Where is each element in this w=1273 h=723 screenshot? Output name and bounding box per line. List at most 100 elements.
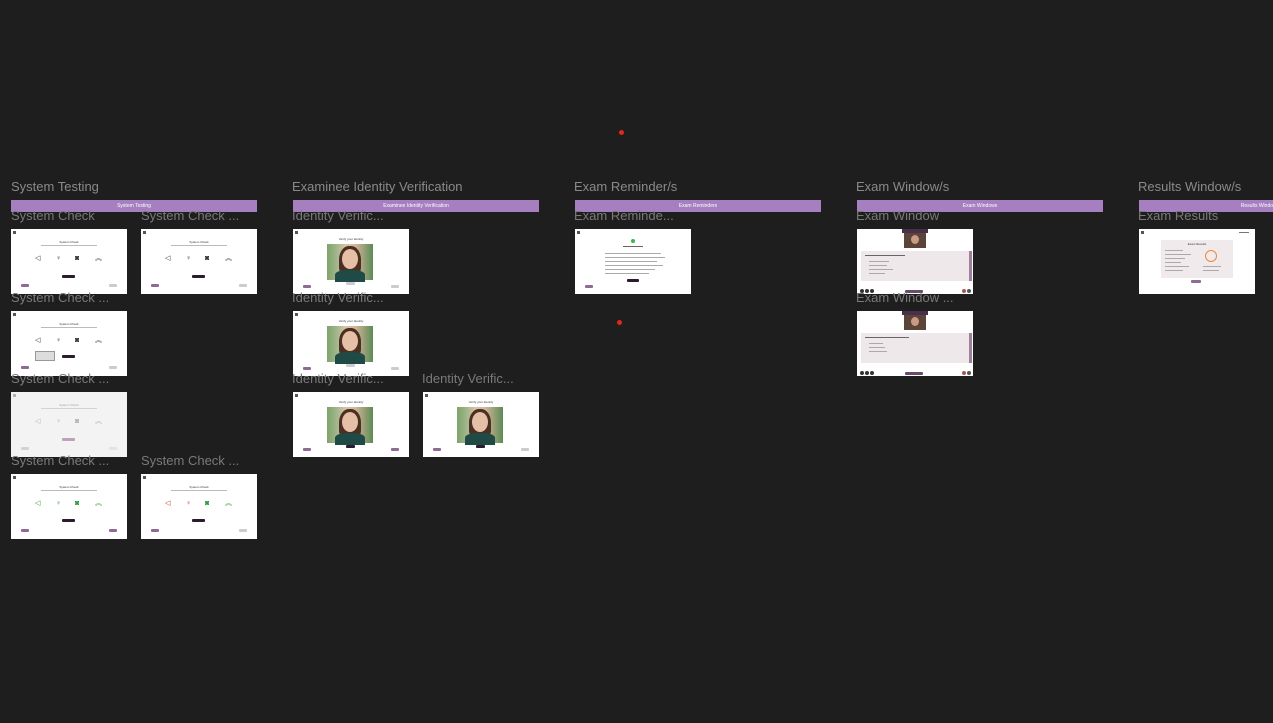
nav-dot[interactable]	[865, 371, 869, 375]
microphone-fail-icon: ♀	[186, 500, 192, 507]
start-test-button[interactable]	[62, 275, 75, 278]
next-button[interactable]	[239, 284, 247, 287]
answer-option[interactable]	[869, 351, 887, 352]
next-button[interactable]	[109, 529, 117, 532]
frame-exam-window[interactable]	[857, 311, 973, 376]
logo	[143, 476, 146, 479]
back-button[interactable]	[21, 366, 29, 369]
answer-option[interactable]	[869, 269, 893, 270]
reminder-text	[605, 273, 649, 274]
back-button[interactable]	[21, 529, 29, 532]
results-heading: Exam Results	[1187, 242, 1207, 246]
start-test-button[interactable]	[62, 519, 75, 522]
next-button[interactable]	[109, 284, 117, 287]
control-icon[interactable]	[962, 371, 966, 375]
reminder-heading	[623, 246, 643, 247]
canvas-marker	[619, 130, 624, 135]
answer-option[interactable]	[869, 343, 883, 344]
frame-exam-reminder[interactable]	[575, 229, 691, 294]
control-icon[interactable]	[967, 371, 971, 375]
result-row	[1165, 262, 1181, 263]
frame-subtitle	[171, 245, 227, 246]
frame-identity-verification[interactable]: Verify your identity	[423, 392, 539, 457]
camera-icon: ◙	[75, 337, 80, 344]
back-button[interactable]	[21, 284, 29, 287]
success-check-icon	[631, 239, 635, 243]
frame-exam-window[interactable]	[857, 229, 973, 294]
frame-system-check[interactable]: System Check ◁ ♀ ◙ ︽	[141, 474, 257, 539]
back-button[interactable]	[151, 284, 159, 287]
result-row	[1165, 250, 1183, 251]
next-button[interactable]	[109, 447, 117, 450]
frame-label: System Check ...	[11, 290, 110, 305]
frame-heading: Verify your identity	[468, 400, 494, 404]
device-dropdown[interactable]	[35, 351, 55, 361]
wifi-icon: ︽	[95, 418, 102, 425]
frame-system-check[interactable]: System Check ◁ ♀ ◙ ︽	[11, 311, 127, 376]
microphone-icon: ♀	[56, 255, 62, 262]
logo	[1141, 231, 1144, 234]
back-button[interactable]	[433, 448, 441, 451]
logo	[425, 394, 428, 397]
start-test-button[interactable]	[62, 355, 75, 358]
back-button[interactable]	[151, 529, 159, 532]
start-exam-button[interactable]	[627, 279, 639, 282]
logo	[295, 313, 298, 316]
score-ring	[1205, 250, 1217, 262]
reminder-text	[605, 257, 665, 258]
capture-button[interactable]	[476, 445, 485, 448]
start-test-button[interactable]	[192, 519, 205, 522]
back-button[interactable]	[303, 367, 311, 370]
camera-icon: ◙	[75, 418, 80, 425]
proctor-face	[911, 235, 919, 244]
webcam-preview	[327, 326, 373, 364]
logo	[295, 394, 298, 397]
frame-label: Exam Window ...	[856, 290, 954, 305]
frame-identity-verification[interactable]: Verify your identity	[293, 229, 409, 294]
webcam-preview	[327, 407, 373, 445]
answer-option[interactable]	[869, 347, 885, 348]
frame-system-check[interactable]: System Check ◁ ♀ ◙ ︽	[11, 474, 127, 539]
result-row	[1165, 266, 1189, 267]
next-button[interactable]	[391, 285, 399, 288]
next-button[interactable]	[109, 366, 117, 369]
frame-system-check[interactable]: System Check ◁ ♀ ◙ ︽	[11, 392, 127, 457]
frame-exam-results[interactable]: Exam Results	[1139, 229, 1255, 294]
question-panel	[861, 251, 969, 281]
nav-dot[interactable]	[860, 371, 864, 375]
next-button[interactable]	[521, 448, 529, 451]
scrollbar[interactable]	[969, 251, 972, 281]
finish-button[interactable]	[1191, 280, 1201, 283]
back-button[interactable]	[21, 447, 29, 450]
back-button[interactable]	[303, 448, 311, 451]
frame-heading: Verify your identity	[338, 400, 364, 404]
wifi-ok-icon: ︽	[95, 500, 102, 507]
frame-identity-verification[interactable]: Verify your identity	[293, 311, 409, 376]
answer-option[interactable]	[869, 265, 887, 266]
frame-heading: System Check	[189, 485, 209, 489]
proctor-camera	[904, 233, 926, 248]
section-title-system-testing: System Testing	[11, 179, 99, 194]
next-button[interactable]	[391, 448, 399, 451]
nav-dot[interactable]	[870, 371, 874, 375]
back-button[interactable]	[585, 285, 593, 288]
submit-button[interactable]	[905, 372, 923, 375]
frame-system-check[interactable]: System Check ◁ ♀ ◙ ︽	[11, 229, 127, 294]
capture-button[interactable]	[346, 282, 355, 285]
reminder-text	[605, 265, 663, 266]
section-title-exam-reminders: Exam Reminder/s	[574, 179, 678, 194]
back-button[interactable]	[303, 285, 311, 288]
scrollbar[interactable]	[969, 333, 972, 363]
capture-button[interactable]	[346, 364, 355, 367]
logo	[295, 231, 298, 234]
next-button[interactable]	[239, 529, 247, 532]
start-test-button[interactable]	[62, 438, 75, 441]
section-title-identity-verification: Examinee Identity Verification	[292, 179, 463, 194]
frame-label: System Check ...	[141, 208, 240, 223]
capture-button[interactable]	[346, 445, 355, 448]
start-test-button[interactable]	[192, 275, 205, 278]
next-button[interactable]	[391, 367, 399, 370]
answer-option[interactable]	[869, 273, 885, 274]
frame-system-check[interactable]: System Check ◁ ♀ ◙ ︽	[141, 229, 257, 294]
frame-identity-verification[interactable]: Verify your identity	[293, 392, 409, 457]
